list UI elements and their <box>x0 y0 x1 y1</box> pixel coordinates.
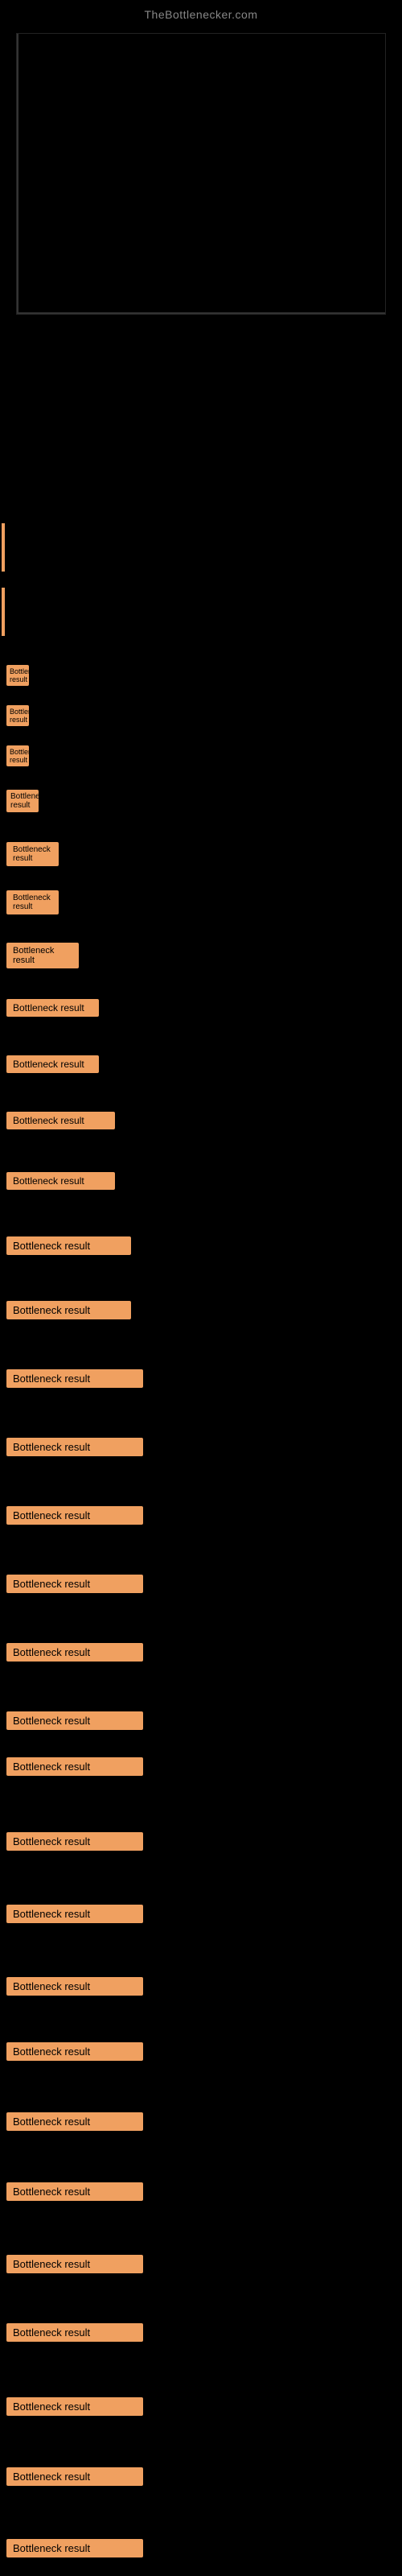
bottleneck-item-31: Bottleneck result <box>3 2534 146 2562</box>
bottleneck-item-17: Bottleneck result <box>3 1570 146 1598</box>
bottleneck-item-11: Bottleneck result <box>3 1167 118 1195</box>
bottleneck-item-26: Bottleneck result <box>3 2178 146 2206</box>
site-title: TheBottlenecker.com <box>0 0 402 25</box>
chart-area <box>16 33 386 315</box>
bottleneck-item-18: Bottleneck result <box>3 1638 146 1666</box>
bottleneck-item-6: Bottleneck result <box>3 886 62 919</box>
bottleneck-item-3: Bottleneck result <box>3 741 32 771</box>
bottleneck-item-13: Bottleneck result <box>3 1296 134 1324</box>
bottleneck-item-12: Bottleneck result <box>3 1232 134 1260</box>
bottleneck-item-23: Bottleneck result <box>3 1972 146 2000</box>
bottleneck-item-9: Bottleneck result <box>3 1051 102 1078</box>
bottleneck-item-7: Bottleneck result <box>3 938 82 973</box>
bottleneck-item-21: Bottleneck result <box>3 1827 146 1856</box>
bottleneck-item-2: Bottleneck result <box>3 700 32 731</box>
bottleneck-item-20: Bottleneck result <box>3 1752 146 1781</box>
bottleneck-item-15: Bottleneck result <box>3 1433 146 1461</box>
bottleneck-item-4: Bottleneck result <box>3 785 42 817</box>
bottleneck-item-30: Bottleneck result <box>3 2462 146 2491</box>
bottleneck-item-19: Bottleneck result <box>3 1707 146 1735</box>
bottleneck-item-25: Bottleneck result <box>3 2107 146 2136</box>
bottleneck-item-5: Bottleneck result <box>3 837 62 871</box>
bottleneck-item-27: Bottleneck result <box>3 2250 146 2278</box>
bottleneck-item-14: Bottleneck result <box>3 1364 146 1393</box>
bottleneck-item-29: Bottleneck result <box>3 2392 146 2421</box>
bottleneck-item-1: Bottleneck result <box>3 660 32 691</box>
bottleneck-item-10: Bottleneck result <box>3 1107 118 1134</box>
bottleneck-item-28: Bottleneck result <box>3 2318 146 2347</box>
bottleneck-item-22: Bottleneck result <box>3 1900 146 1928</box>
bottleneck-item-16: Bottleneck result <box>3 1501 146 1530</box>
bottleneck-item-24: Bottleneck result <box>3 2037 146 2066</box>
bottleneck-item-8: Bottleneck result <box>3 994 102 1022</box>
